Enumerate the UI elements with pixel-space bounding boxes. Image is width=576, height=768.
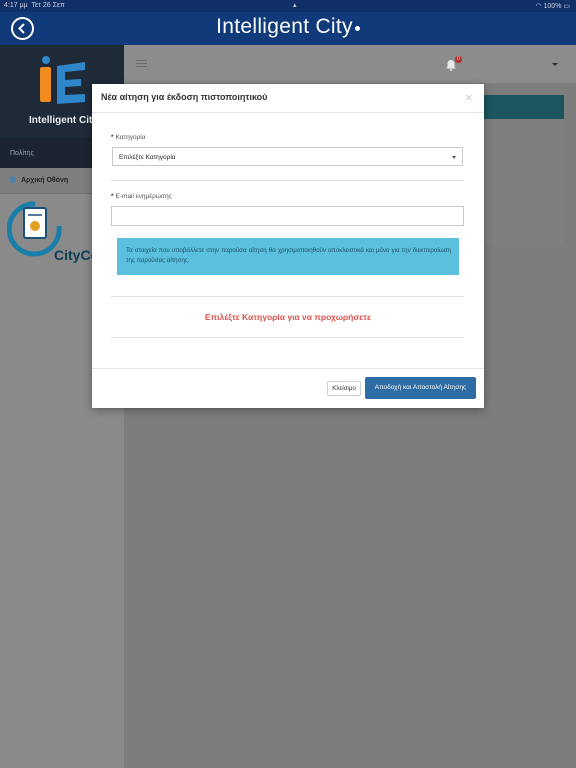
modal-header-divider [92,112,484,113]
intelligent-city-logo [40,56,85,104]
notification-badge: 0 [455,56,462,63]
category-select-value: Επιλέξτε Κατηγορία [119,154,176,161]
category-label: * Κατηγορία [111,134,146,141]
status-bar: 4:17 μμ Τετ 26 Σεπ ▴ ◠ 100% ▭ [0,0,576,12]
submit-request-button[interactable]: Αποδοχή και Αποστολή Αίτησης [365,377,476,399]
email-label: * E-mail ενημέρωσης [111,193,172,200]
battery-percent: 100% [543,3,562,10]
info-alert: Τα στοιχεία που υποβάλλετε στην παρούσα … [117,238,459,275]
sidebar-item-label: Αρχική Οθόνη [21,177,69,184]
sidebar-section-label: Πολίτης [10,150,34,157]
divider [111,296,464,297]
close-icon[interactable]: × [465,91,473,104]
divider [111,337,464,338]
modal-footer-divider [92,368,484,369]
new-certificate-request-modal: Νέα αίτηση για έκδοση πιστοποιητικού × *… [92,84,484,408]
background-panel [482,95,564,245]
top-navbar: 0 [124,45,576,83]
modal-title: Νέα αίτηση για έκδοση πιστοποιητικού [101,92,268,102]
app-title: Intelligent City [0,15,576,39]
category-warning: Επιλέξτε Κατηγορία για να προχωρήσετε [204,312,372,322]
chevron-down-icon [452,156,456,159]
hamburger-menu-icon[interactable] [136,60,147,69]
wifi-icon: ◠ [535,3,542,10]
divider [111,180,464,181]
sidebar-brand-name: Intelligent City [29,115,98,126]
background-panel-header [482,95,564,119]
close-button[interactable]: Κλείσιμο [327,381,361,396]
title-dot [354,26,360,31]
status-date: Τετ 26 Σεπ [31,2,65,9]
location-icon: ▴ [293,2,297,9]
battery-icon: ▭ [563,3,570,10]
category-select[interactable]: Επιλέξτε Κατηγορία [112,147,463,166]
email-field[interactable] [111,206,464,226]
user-dropdown-caret-icon[interactable] [552,63,558,66]
globe-icon [9,176,16,183]
status-time: 4:17 μμ [4,2,28,9]
